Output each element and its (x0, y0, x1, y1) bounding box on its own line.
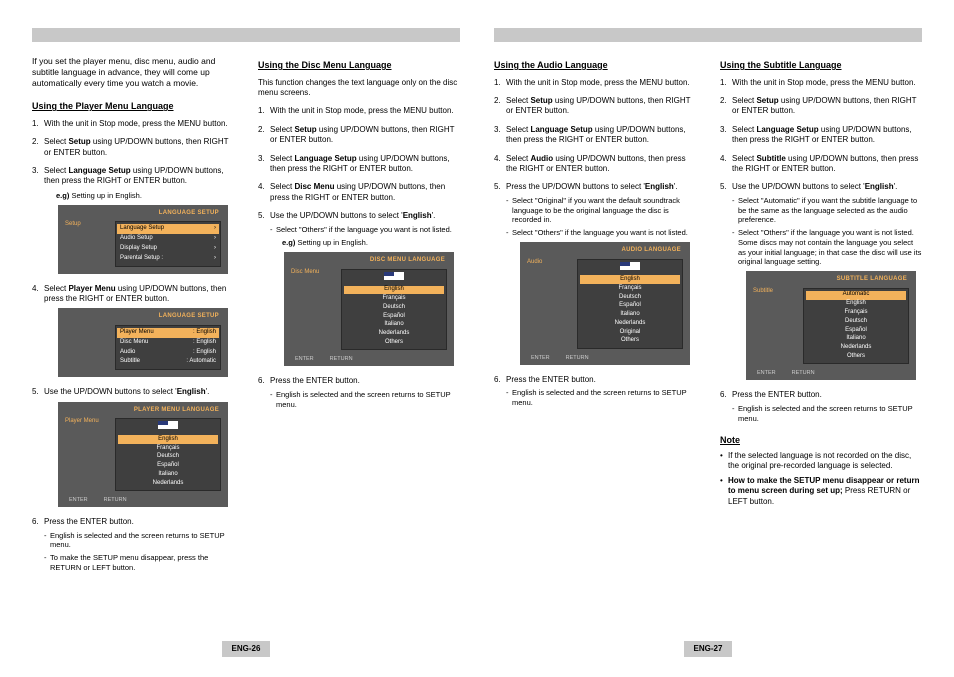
steps-disc-menu: With the unit in Stop mode, press the ME… (258, 106, 460, 409)
col-player-menu: If you set the player menu, disc menu, a… (32, 56, 234, 641)
step: Select Setup using UP/DOWN buttons, then… (32, 137, 234, 158)
heading-audio: Using the Audio Language (494, 60, 696, 72)
header-bar-right (494, 28, 922, 42)
step: With the unit in Stop mode, press the ME… (720, 78, 922, 88)
step: Use the UP/DOWN buttons to select 'Engli… (258, 211, 460, 366)
osd-disc-menu-lang: DISC MENU LANGUAGE Disc Menu English Fra… (284, 252, 454, 366)
heading-player-menu: Using the Player Menu Language (32, 101, 234, 113)
step: Press the ENTER button. English is selec… (32, 517, 234, 572)
step: Select Language Setup using UP/DOWN butt… (32, 166, 234, 274)
step: Press the ENTER button. English is selec… (258, 376, 460, 409)
steps-audio: With the unit in Stop mode, press the ME… (494, 78, 696, 408)
col-subtitle: Using the Subtitle Language With the uni… (720, 56, 922, 641)
step: Select Language Setup using UP/DOWN butt… (494, 125, 696, 146)
osd-language-setup: LANGUAGE SETUP Setup Language Setup Audi… (58, 205, 228, 274)
osd-audio-lang: AUDIO LANGUAGE Audio English Français De… (520, 242, 690, 365)
page-number-left: ENG-26 (222, 641, 271, 657)
step: Use the UP/DOWN buttons to select 'Engli… (720, 182, 922, 380)
col-audio: Using the Audio Language With the unit i… (494, 56, 696, 641)
step: Press the UP/DOWN buttons to select 'Eng… (494, 182, 696, 365)
note-item: If the selected language is not recorded… (720, 451, 922, 472)
page-number-right: ENG-27 (684, 641, 733, 657)
header-bar-left (32, 28, 460, 42)
page-left: If you set the player menu, disc menu, a… (32, 28, 460, 657)
steps-player-menu: With the unit in Stop mode, press the ME… (32, 119, 234, 573)
steps-subtitle: With the unit in Stop mode, press the ME… (720, 78, 922, 424)
step: With the unit in Stop mode, press the ME… (32, 119, 234, 129)
step: Press the ENTER button. English is selec… (720, 390, 922, 423)
note-item: How to make the SETUP menu disappear or … (720, 476, 922, 507)
step: Use the UP/DOWN buttons to select 'Engli… (32, 387, 234, 507)
step: Select Setup using UP/DOWN buttons, then… (494, 96, 696, 117)
col-disc-menu: Using the Disc Menu Language This functi… (258, 56, 460, 641)
step: Select Audio using UP/DOWN buttons, then… (494, 154, 696, 175)
step: Select Language Setup using UP/DOWN butt… (258, 154, 460, 175)
step: Select Subtitle using UP/DOWN buttons, t… (720, 154, 922, 175)
step: Select Player Menu using UP/DOWN buttons… (32, 284, 234, 378)
step: With the unit in Stop mode, press the ME… (258, 106, 460, 116)
step: Press the ENTER button. English is selec… (494, 375, 696, 408)
step: Select Language Setup using UP/DOWN butt… (720, 125, 922, 146)
step: With the unit in Stop mode, press the ME… (494, 78, 696, 88)
intro-text: If you set the player menu, disc menu, a… (32, 56, 234, 89)
osd-subtitle-lang: SUBTITLE LANGUAGE Subtitle Automatic Eng… (746, 271, 916, 380)
step: Select Setup using UP/DOWN buttons, then… (720, 96, 922, 117)
step: Select Disc Menu using UP/DOWN buttons, … (258, 182, 460, 203)
page-right: Using the Audio Language With the unit i… (494, 28, 922, 657)
osd-player-menu-lang: PLAYER MENU LANGUAGE Player Menu English… (58, 402, 228, 508)
osd-player-menu-rows: LANGUAGE SETUP Player Menu: English Disc… (58, 308, 228, 377)
step: Select Setup using UP/DOWN buttons, then… (258, 125, 460, 146)
heading-subtitle: Using the Subtitle Language (720, 60, 922, 72)
note-heading: Note (720, 435, 922, 447)
disc-menu-intro: This function changes the text language … (258, 78, 460, 99)
heading-disc-menu: Using the Disc Menu Language (258, 60, 460, 72)
